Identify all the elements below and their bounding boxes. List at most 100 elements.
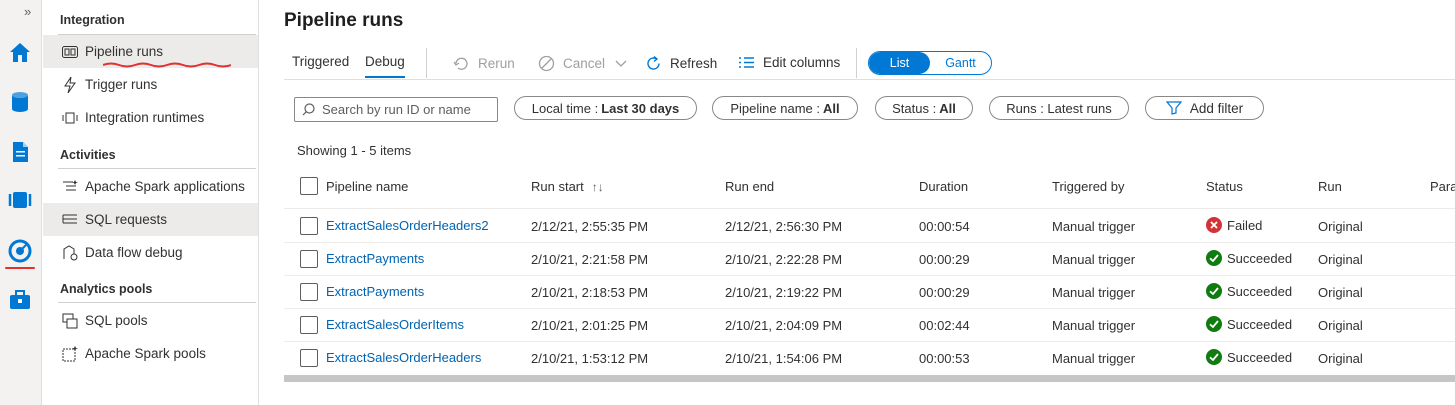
view-toggle[interactable]: List Gantt [868,51,992,75]
row-divider [284,308,1455,309]
status-filter-pill[interactable]: Status : All [875,96,973,120]
integrate-icon[interactable] [7,187,33,213]
nav-item-data-flow-debug[interactable]: Data flow debug [43,236,258,269]
filter-icon [1165,101,1182,115]
nav-item-sql-requests[interactable]: SQL requests [43,203,258,236]
pipeline-name-link[interactable]: ExtractPayments [326,284,424,299]
edit-columns-icon [739,57,754,68]
icon-rail: » [0,0,42,405]
integration-runtimes-icon [60,110,80,126]
nav-item-label: Trigger runs [85,77,158,92]
nav-item-integration-runtimes[interactable]: Integration runtimes [43,101,258,134]
succeeded-icon [1206,250,1222,266]
items-count: Showing 1 - 5 items [297,143,412,158]
tab-debug[interactable]: Debug [365,54,405,78]
manage-icon[interactable] [7,287,33,313]
pipeline-name-link[interactable]: ExtractSalesOrderItems [326,317,464,332]
nav-item-label: Apache Spark pools [85,346,206,361]
row-checkbox[interactable] [300,316,318,334]
search-input[interactable]: Search by run ID or name [294,97,498,122]
col-run-start-label: Run start [531,179,584,194]
sql-pools-icon [60,313,80,329]
run-start-cell: 2/10/21, 1:53:12 PM [531,351,649,366]
nav-item-trigger-runs[interactable]: Trigger runs [43,68,258,101]
add-filter-label: Add filter [1189,100,1244,116]
nav-item-spark-applications[interactable]: Apache Spark applications [43,170,258,203]
time-filter-value: Last 30 days [601,100,680,116]
nav-item-sql-pools[interactable]: SQL pools [43,304,258,337]
chevron-down-icon[interactable] [615,60,627,68]
col-run-start[interactable]: Run start ↑↓ [531,179,604,194]
spark-pools-icon [60,345,80,362]
run-end-cell: 2/10/21, 2:22:28 PM [725,252,843,267]
cancel-button[interactable]: Cancel [538,55,635,72]
run-end-cell: 2/10/21, 2:19:22 PM [725,285,843,300]
edit-columns-button[interactable]: Edit columns [738,55,840,70]
row-checkbox[interactable] [300,217,318,235]
refresh-button[interactable]: Refresh [645,55,717,72]
search-icon [302,103,315,116]
triggered-by-cell: Manual trigger [1052,351,1136,366]
pipeline-filter-value: All [823,100,840,116]
pipeline-name-link[interactable]: ExtractSalesOrderHeaders [326,350,481,365]
col-run-end[interactable]: Run end [725,179,774,194]
cancel-label: Cancel [563,56,606,71]
gantt-view-option[interactable]: Gantt [930,52,991,74]
section-analytics-pools: Analytics pools [60,282,153,296]
succeeded-icon [1206,283,1222,299]
run-cell: Original [1318,318,1363,333]
pipeline-name-link[interactable]: ExtractPayments [326,251,424,266]
col-pipeline-name[interactable]: Pipeline name [326,179,408,194]
data-icon[interactable] [7,89,33,115]
row-checkbox[interactable] [300,250,318,268]
home-icon[interactable] [7,39,33,65]
nav-item-spark-pools[interactable]: Apache Spark pools [43,337,258,370]
row-divider [284,242,1455,243]
status-cell: Succeeded [1206,283,1292,299]
row-divider [284,275,1455,276]
list-view-option[interactable]: List [869,52,930,74]
run-cell: Original [1318,219,1363,234]
pipeline-name-link[interactable]: ExtractSalesOrderHeaders2 [326,218,489,233]
row-divider [284,341,1455,342]
succeeded-icon [1206,316,1222,332]
expand-icon[interactable]: » [24,4,31,19]
refresh-label: Refresh [670,56,718,71]
col-run[interactable]: Run [1318,179,1342,194]
duration-cell: 00:00:54 [919,219,970,234]
time-filter-pill[interactable]: Local time : Last 30 days [514,96,697,120]
status-cell: Succeeded [1206,250,1292,266]
status-cell: Succeeded [1206,316,1292,332]
nav-item-label: Pipeline runs [85,44,164,59]
status-label: Failed [1227,217,1263,233]
time-filter-label: Local time : [531,100,599,116]
rerun-button[interactable]: Rerun [453,55,515,72]
col-duration[interactable]: Duration [919,179,968,194]
status-label: Succeeded [1227,250,1293,266]
status-label: Succeeded [1227,316,1293,332]
tab-triggered[interactable]: Triggered [292,54,349,69]
succeeded-icon [1206,349,1222,365]
col-status[interactable]: Status [1206,179,1243,194]
add-filter-button[interactable]: Add filter [1145,96,1264,120]
sort-icon[interactable]: ↑↓ [592,180,604,194]
select-all-checkbox[interactable] [300,177,318,195]
triggered-by-cell: Manual trigger [1052,318,1136,333]
row-checkbox[interactable] [300,283,318,301]
duration-cell: 00:00:53 [919,351,970,366]
col-parameters[interactable]: Para [1430,179,1455,194]
data-flow-debug-icon [60,244,80,261]
develop-icon[interactable] [7,139,33,165]
horizontal-scrollbar[interactable] [284,375,1455,382]
divider [58,168,256,169]
monitor-icon[interactable] [7,238,33,264]
status-cell: Succeeded [1206,349,1292,365]
pipeline-filter-pill[interactable]: Pipeline name : All [712,96,858,120]
row-checkbox[interactable] [300,349,318,367]
col-triggered-by[interactable]: Triggered by [1052,179,1125,194]
runs-filter-pill[interactable]: Runs : Latest runs [989,96,1129,120]
cancel-icon [538,55,555,72]
status-cell: Failed [1206,217,1262,233]
toolbar-divider [426,48,427,78]
status-label: Succeeded [1227,283,1293,299]
